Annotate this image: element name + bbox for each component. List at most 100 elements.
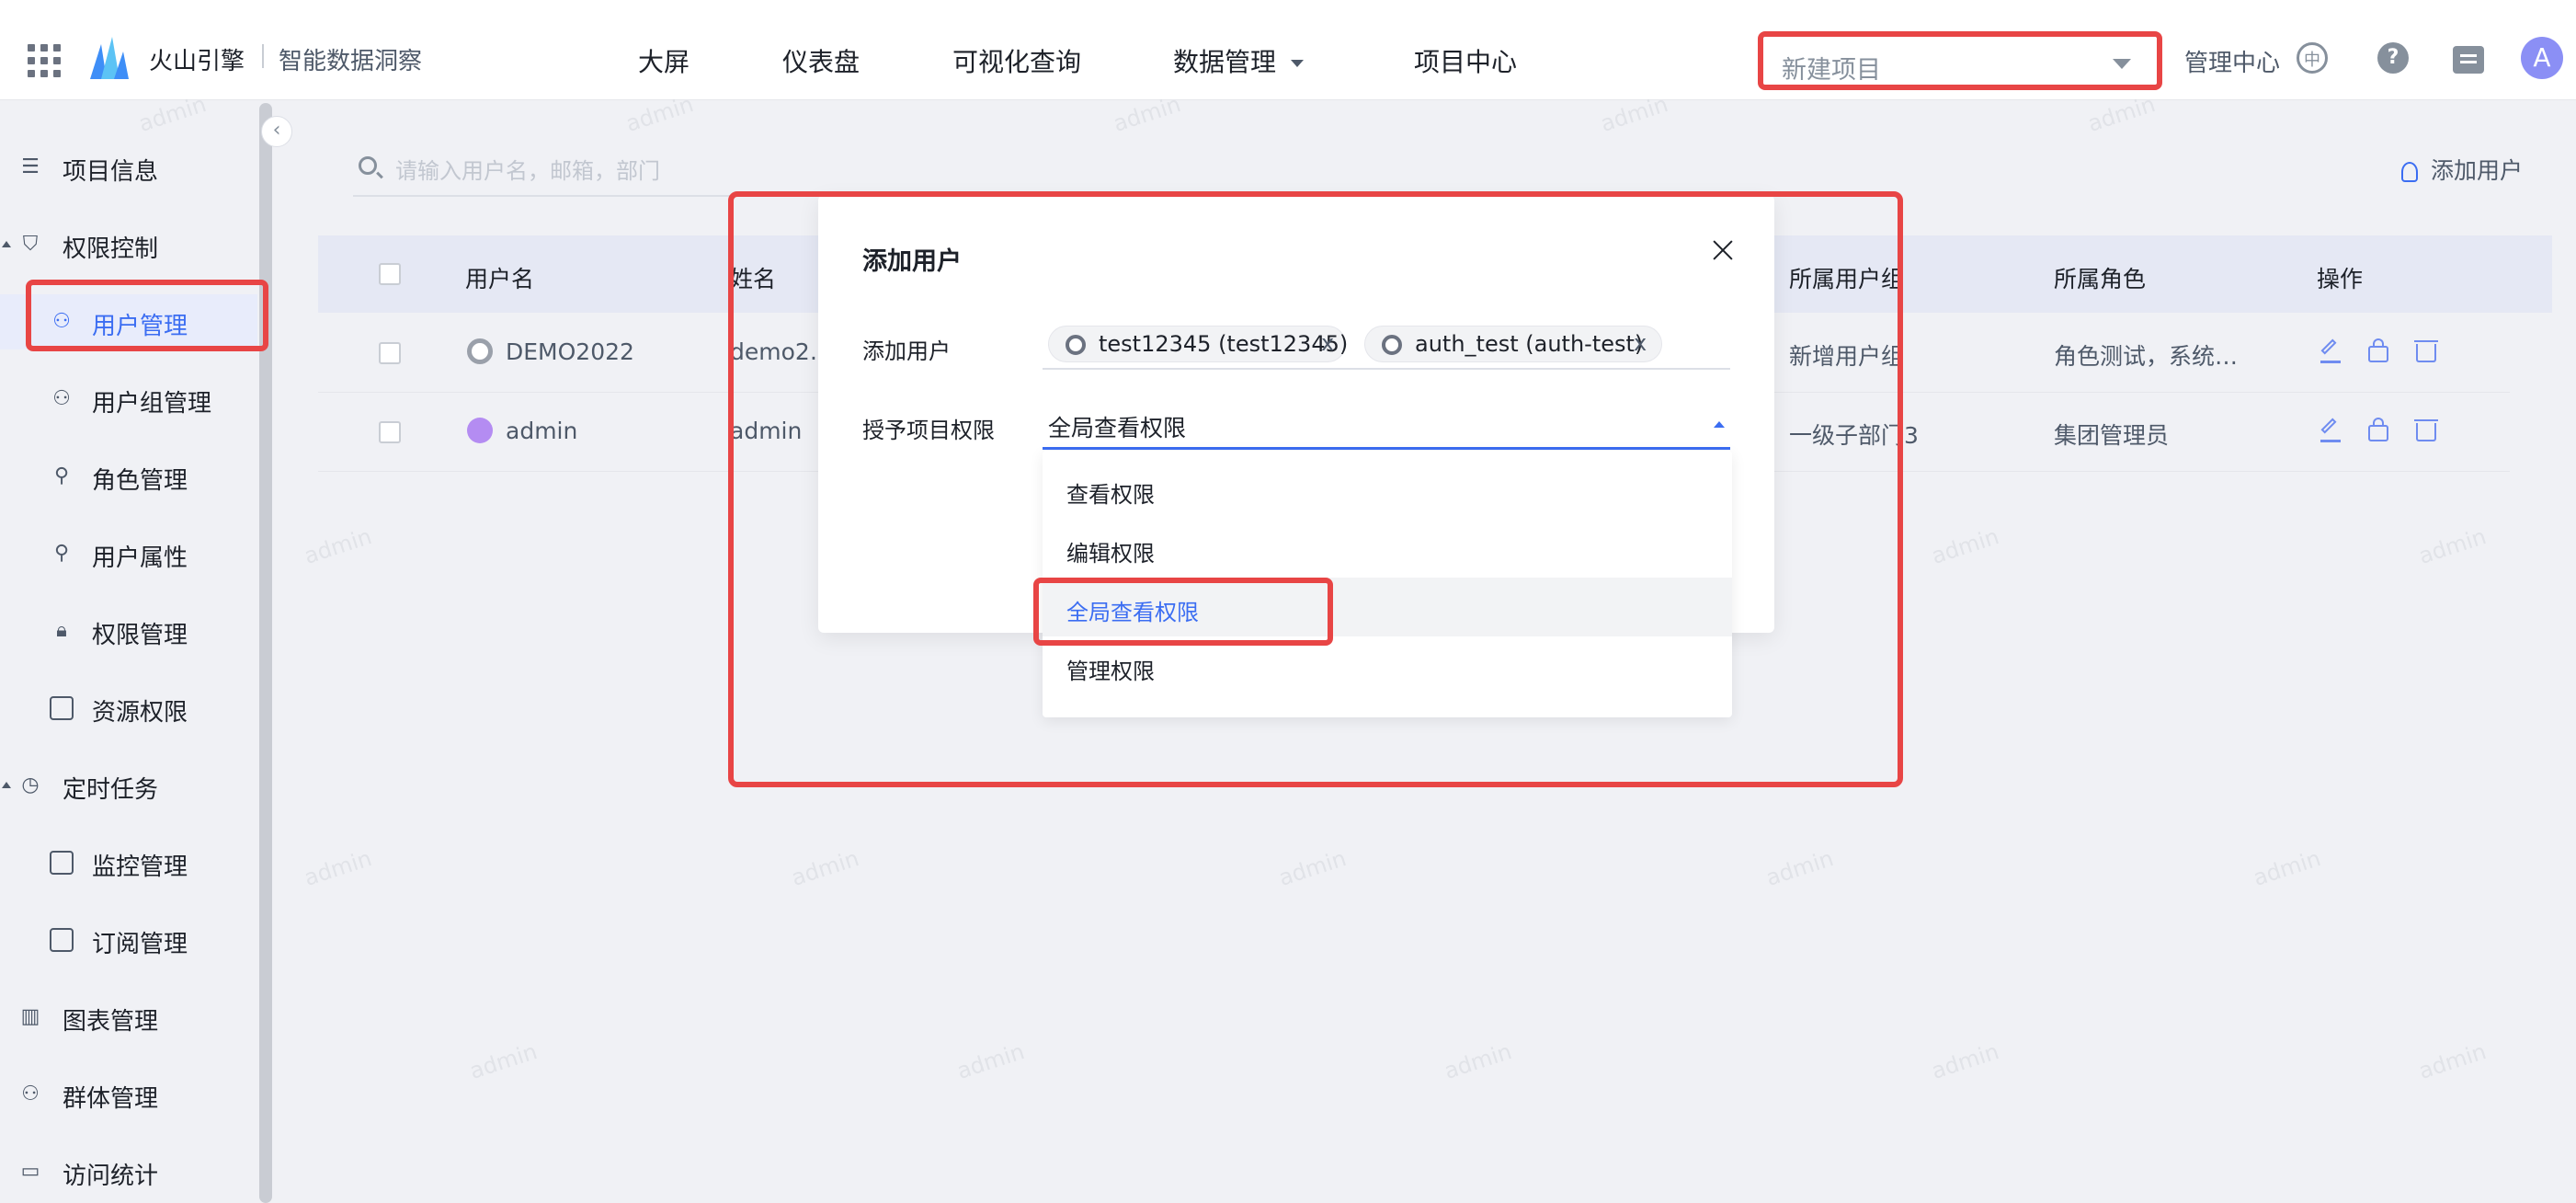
option-edit-permission[interactable]: 编辑权限 — [1043, 519, 1732, 578]
top-nav-bar: 火山引擎 智能数据洞察 大屏 仪表盘 可视化查询 数据管理 项目中心 新建项目 … — [0, 7, 2576, 100]
option-label: 管理权限 — [1066, 659, 1155, 684]
help-icon[interactable]: ? — [2377, 42, 2409, 74]
sidebar-item-label: 群体管理 — [63, 1085, 159, 1113]
option-admin-permission[interactable]: 管理权限 — [1043, 636, 1732, 695]
lock-icon[interactable] — [2368, 418, 2388, 441]
sidebar-item-label: 图表管理 — [63, 1008, 159, 1036]
sidebar-item-permission-management[interactable]: 🔒︎ 权限管理 — [0, 603, 257, 659]
brand-name: 火山引擎 — [149, 48, 245, 75]
cell-role: 集团管理员 — [2054, 422, 2170, 449]
user-select-input[interactable] — [1043, 368, 1730, 370]
row-checkbox[interactable] — [379, 421, 401, 443]
option-label: 查看权限 — [1066, 482, 1155, 508]
column-username: 用户名 — [465, 266, 535, 292]
nav-big-screen[interactable]: 大屏 — [638, 42, 690, 79]
sidebar-item-label: 监控管理 — [92, 854, 188, 881]
expand-triangle-icon — [2, 782, 11, 788]
sidebar-item-project-info[interactable]: ☰ 项目信息 — [0, 140, 257, 195]
product-name: 智能数据洞察 — [279, 48, 423, 75]
sidebar-item-label: 订阅管理 — [92, 931, 188, 958]
user-tag-label: test12345 (test12345) — [1099, 331, 1349, 357]
sidebar-item-role-management[interactable]: ⚲ 角色管理 — [0, 449, 257, 504]
chevron-up-icon[interactable] — [1714, 421, 1725, 428]
edit-icon[interactable] — [2320, 340, 2341, 363]
delete-icon[interactable] — [2414, 419, 2438, 441]
sidebar-item-label: 定时任务 — [63, 776, 159, 804]
add-user-button[interactable]: 添加用户 — [2401, 153, 2523, 186]
column-name: 姓名 — [730, 266, 777, 292]
row-checkbox[interactable] — [379, 342, 401, 364]
collapse-sidebar-button[interactable]: ‹ — [261, 116, 292, 147]
chevron-down-icon — [2113, 59, 2131, 69]
cell-name: admin — [730, 418, 803, 444]
avatar — [1066, 335, 1086, 355]
expand-triangle-icon — [2, 241, 11, 247]
sidebar-item-subscription-management[interactable]: 订阅管理 — [0, 912, 257, 968]
sidebar-item-access-stats[interactable]: ▭ 访问统计 — [0, 1144, 257, 1199]
search-underline — [353, 195, 813, 197]
cell-username: DEMO2022 — [506, 338, 634, 365]
group-icon: ⚇ — [21, 1083, 40, 1106]
list-icon: ☰ — [21, 155, 40, 178]
project-select[interactable]: 新建项目 — [1758, 31, 2162, 90]
permission-select-underline — [1043, 447, 1730, 450]
sidebar-item-chart-management[interactable]: ▥ 图表管理 — [0, 990, 257, 1045]
resource-icon — [50, 696, 74, 720]
sidebar-item-label: 访问统计 — [63, 1163, 159, 1190]
clock-icon: ◷ — [21, 773, 40, 796]
sidebar-item-label: 资源权限 — [92, 699, 188, 727]
tag-close-icon[interactable]: x — [1321, 330, 1334, 356]
option-view-permission[interactable]: 查看权限 — [1043, 460, 1732, 519]
role-icon: ⚲ — [53, 464, 70, 487]
sidebar-scrollbar[interactable] — [259, 103, 272, 1203]
language-icon[interactable] — [2297, 42, 2328, 74]
sidebar-item-scheduled-tasks[interactable]: ◷ 定时任务 — [0, 758, 257, 813]
sidebar-item-monitor-management[interactable]: 监控管理 — [0, 835, 257, 890]
users-icon: ⚇ — [52, 387, 71, 410]
nav-data-management-label: 数据管理 — [1173, 47, 1277, 77]
sidebar-item-permission-control[interactable]: ⛉ 权限控制 — [0, 217, 257, 272]
lock-icon: 🔒︎ — [56, 619, 67, 642]
edit-icon[interactable] — [2320, 419, 2341, 442]
add-user-label: 添加用户 — [2431, 157, 2524, 184]
search-input[interactable]: 请输入用户名，邮箱，部门 — [395, 153, 660, 185]
brand-divider — [262, 44, 264, 68]
add-user-field-label: 添加用户 — [862, 338, 951, 364]
delete-icon[interactable] — [2414, 340, 2438, 362]
cell-role: 角色测试，系统… — [2054, 343, 2239, 370]
select-all-checkbox[interactable] — [379, 263, 401, 285]
highlight-user-management — [26, 280, 268, 351]
apps-grid-icon[interactable] — [28, 44, 61, 77]
nav-project-center[interactable]: 项目中心 — [1414, 42, 1517, 79]
avatar — [467, 338, 493, 364]
avatar — [467, 418, 493, 443]
sidebar-item-user-attributes[interactable]: ⚲ 用户属性 — [0, 526, 257, 581]
sidebar-item-label: 权限管理 — [92, 622, 188, 649]
cell-group: 新增用户组 — [1789, 343, 1905, 370]
column-group: 所属用户组 — [1789, 266, 1905, 292]
option-label: 全局查看权限 — [1066, 600, 1199, 625]
option-global-view-permission[interactable]: 全局查看权限 — [1043, 578, 1732, 636]
lock-icon[interactable] — [2368, 338, 2388, 362]
sidebar-item-group-management[interactable]: ⚇ 群体管理 — [0, 1067, 257, 1122]
sidebar-item-usergroup-management[interactable]: ⚇ 用户组管理 — [0, 372, 257, 427]
column-role: 所属角色 — [2054, 266, 2147, 292]
nav-data-management[interactable]: 数据管理 — [1173, 42, 1305, 79]
option-label: 编辑权限 — [1066, 541, 1155, 567]
project-select-value: 新建项目 — [1782, 56, 1881, 85]
sidebar-item-label: 角色管理 — [92, 467, 188, 495]
permission-select[interactable]: 全局查看权限 — [1048, 410, 1186, 443]
nav-visual-query[interactable]: 可视化查询 — [952, 42, 1081, 79]
nav-dashboard[interactable]: 仪表盘 — [782, 42, 860, 79]
tag-close-icon[interactable]: x — [1634, 330, 1647, 356]
sidebar-item-label: 权限控制 — [63, 235, 159, 263]
bookmark-icon — [50, 928, 74, 952]
message-icon[interactable] — [2453, 46, 2484, 74]
admin-center-link[interactable]: 管理中心 — [2184, 44, 2280, 78]
sidebar-item-resource-permission[interactable]: 资源权限 — [0, 681, 257, 736]
monitor-icon — [50, 851, 74, 875]
close-icon[interactable] — [1710, 237, 1736, 263]
modal-title: 添加用户 — [862, 247, 962, 276]
user-avatar[interactable]: A — [2521, 37, 2563, 79]
user-tag-label: auth_test (auth-test) — [1415, 331, 1644, 357]
